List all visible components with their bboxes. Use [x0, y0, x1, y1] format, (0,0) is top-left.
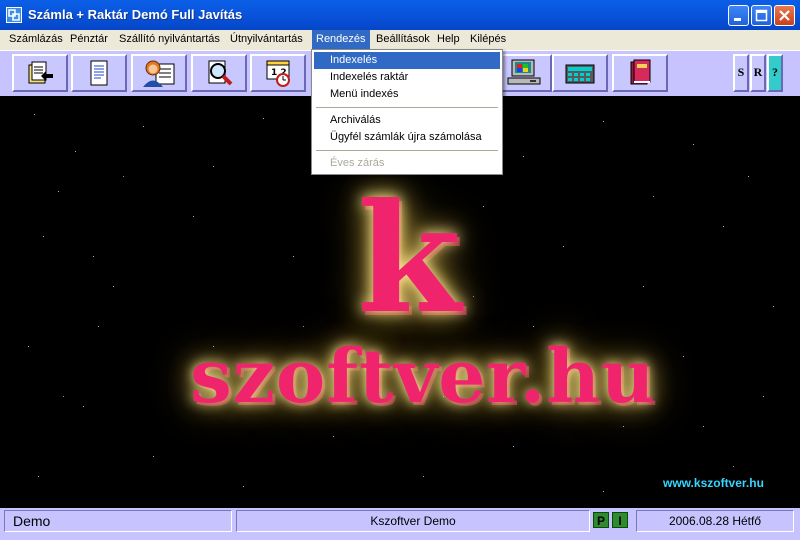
maximize-button[interactable] — [751, 5, 772, 26]
calendar-clock-icon: 1 2 — [266, 60, 290, 87]
document-icon — [90, 60, 108, 86]
toolbar-button-calendar[interactable]: 1 2 — [250, 54, 306, 92]
toolbar-button-r[interactable]: R — [750, 54, 766, 92]
close-button[interactable] — [774, 5, 795, 26]
menu-szallito[interactable]: Szállító nyilvántartás — [115, 30, 224, 50]
title-bar[interactable]: Számla + Raktár Demó Full Javítás — [0, 0, 800, 30]
toolbar-button-search[interactable] — [191, 54, 247, 92]
computer-icon — [507, 59, 541, 85]
menu-penztar[interactable]: Pénztár — [66, 30, 112, 50]
status-date: 2006.08.28 Hétfő — [636, 510, 794, 532]
maximize-icon — [755, 9, 768, 22]
menu-rendezes[interactable]: Rendezés — [312, 30, 370, 50]
menu-item-ugyfel-szamlak[interactable]: Ügyfél számlák újra számolása — [314, 129, 500, 146]
menu-item-indexeles-raktar[interactable]: Indexelés raktár — [314, 69, 500, 86]
toolbar-button-document[interactable] — [71, 54, 127, 92]
menu-utnyilvantartas[interactable]: Útnyilvántartás — [226, 30, 307, 50]
menu-szamlazas[interactable]: Számlázás — [5, 30, 67, 50]
customer-card-icon — [143, 60, 175, 87]
minimize-button[interactable] — [728, 5, 749, 26]
toolbar-button-computer[interactable] — [496, 54, 552, 92]
logo-letter-k: k — [357, 171, 461, 347]
toolbar-button-help[interactable]: ? — [767, 54, 783, 92]
toolbar-button-customers[interactable] — [131, 54, 187, 92]
magnifier-icon — [208, 60, 233, 86]
status-mode: Demo — [4, 510, 232, 532]
status-indicator-p: P — [593, 512, 609, 528]
menu-separator — [316, 150, 498, 151]
menu-kilepes[interactable]: Kilépés — [466, 30, 510, 50]
status-bar: Demo Kszoftver Demo P I 2006.08.28 Hétfő — [0, 508, 800, 540]
app-icon[interactable] — [6, 7, 22, 23]
logo-text: szoftver.hu — [190, 334, 656, 420]
menu-item-eves-zaras: Éves zárás — [330, 157, 385, 169]
toolbar-button-open[interactable] — [12, 54, 68, 92]
toolbar-button-calculator[interactable] — [552, 54, 608, 92]
status-company: Kszoftver Demo — [236, 510, 590, 532]
menu-separator — [316, 107, 498, 108]
window-title: Számla + Raktár Demó Full Javítás — [28, 7, 243, 22]
menu-bar: Számlázás Pénztár Szállító nyilvántartás… — [0, 30, 800, 50]
toolbar-button-s[interactable]: S — [733, 54, 749, 92]
minimize-icon — [734, 18, 741, 21]
menu-item-menu-indexes[interactable]: Menü indexés — [314, 86, 500, 103]
status-indicator-i: I — [612, 512, 628, 528]
menu-item-indexeles[interactable]: Indexelés — [314, 52, 500, 69]
website-url[interactable]: www.kszoftver.hu — [663, 476, 764, 490]
menu-help[interactable]: Help — [433, 30, 464, 50]
toolbar-button-books[interactable] — [612, 54, 668, 92]
menu-item-archivalas[interactable]: Archiválás — [314, 112, 500, 129]
menu-beallitasok[interactable]: Beállítások — [372, 30, 434, 50]
books-icon — [630, 59, 651, 85]
close-icon — [779, 10, 790, 21]
folder-arrow-icon — [28, 61, 53, 84]
calculator-icon — [565, 64, 595, 84]
rendezes-dropdown-menu: Indexelés Indexelés raktár Menü indexés … — [311, 49, 503, 175]
